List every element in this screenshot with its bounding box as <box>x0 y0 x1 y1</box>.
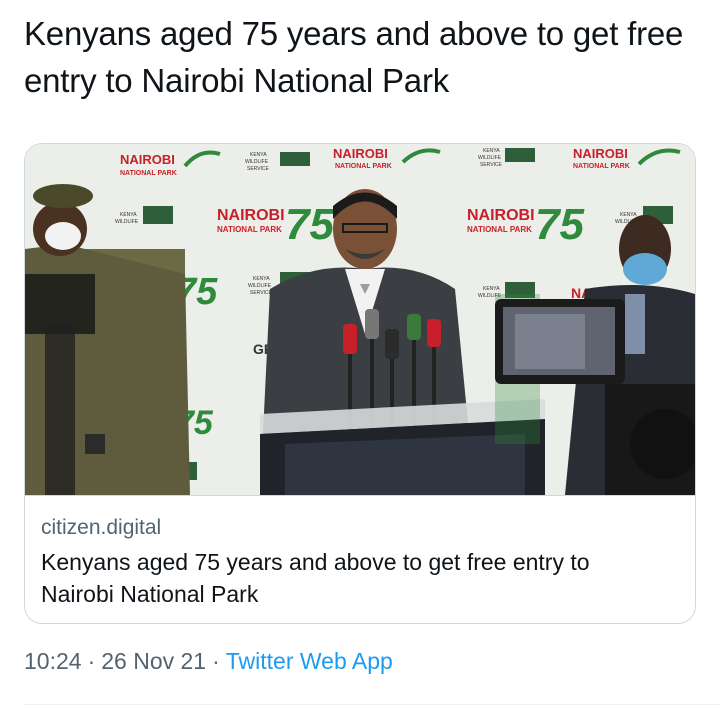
card-domain: citizen.digital <box>41 516 162 539</box>
svg-text:NATIONAL PARK: NATIONAL PARK <box>120 170 177 177</box>
svg-text:KENYA: KENYA <box>250 152 267 158</box>
tweet-text: Kenyans aged 75 years and above to get f… <box>24 15 684 99</box>
tweet-time[interactable]: 10:24 <box>24 648 82 674</box>
svg-text:NAIROBI: NAIROBI <box>467 207 535 224</box>
svg-text:WILDLIFE: WILDLIFE <box>245 159 269 165</box>
svg-text:NAIROBI: NAIROBI <box>217 207 285 224</box>
svg-text:KENYA: KENYA <box>620 212 637 218</box>
svg-text:WILDLIFE: WILDLIFE <box>115 219 139 225</box>
svg-text:WILDLIFE: WILDLIFE <box>478 155 502 161</box>
svg-text:NATIONAL PARK: NATIONAL PARK <box>467 225 532 234</box>
svg-text:KENYA: KENYA <box>253 276 270 282</box>
divider <box>24 704 720 705</box>
card-footer[interactable]: citizen.digital Kenyans aged 75 years an… <box>25 495 695 623</box>
tweet-metadata: 10:24 · 26 Nov 21 · Twitter Web App <box>24 648 393 675</box>
svg-text:SERVICE: SERVICE <box>247 166 270 172</box>
card-title: Kenyans aged 75 years and above to get f… <box>41 549 590 607</box>
svg-text:75: 75 <box>285 200 334 249</box>
svg-text:NATIONAL PARK: NATIONAL PARK <box>335 163 392 170</box>
svg-text:NATIONAL PARK: NATIONAL PARK <box>573 163 630 170</box>
svg-text:KENYA: KENYA <box>483 148 500 154</box>
separator: · <box>212 648 220 674</box>
link-card[interactable]: NAIROBI NATIONAL PARK KENYA WILDLIFE SER… <box>24 143 696 624</box>
svg-text:NAIROBI: NAIROBI <box>120 152 175 167</box>
svg-text:WILDLIFE: WILDLIFE <box>248 283 272 289</box>
svg-text:KENYA: KENYA <box>483 286 500 292</box>
svg-text:NATIONAL PARK: NATIONAL PARK <box>217 225 282 234</box>
separator: · <box>87 648 96 674</box>
tweet-source-link[interactable]: Twitter Web App <box>226 648 393 674</box>
tweet-date[interactable]: 26 Nov 21 <box>101 648 206 674</box>
svg-text:75: 75 <box>535 200 584 249</box>
svg-text:KENYA: KENYA <box>120 212 137 218</box>
svg-text:NAIROBI: NAIROBI <box>333 146 388 161</box>
svg-text:SERVICE: SERVICE <box>480 162 503 168</box>
svg-text:SERVICE: SERVICE <box>250 290 273 296</box>
svg-text:NAIROBI: NAIROBI <box>573 146 628 161</box>
card-image[interactable]: NAIROBI NATIONAL PARK KENYA WILDLIFE SER… <box>25 144 695 495</box>
